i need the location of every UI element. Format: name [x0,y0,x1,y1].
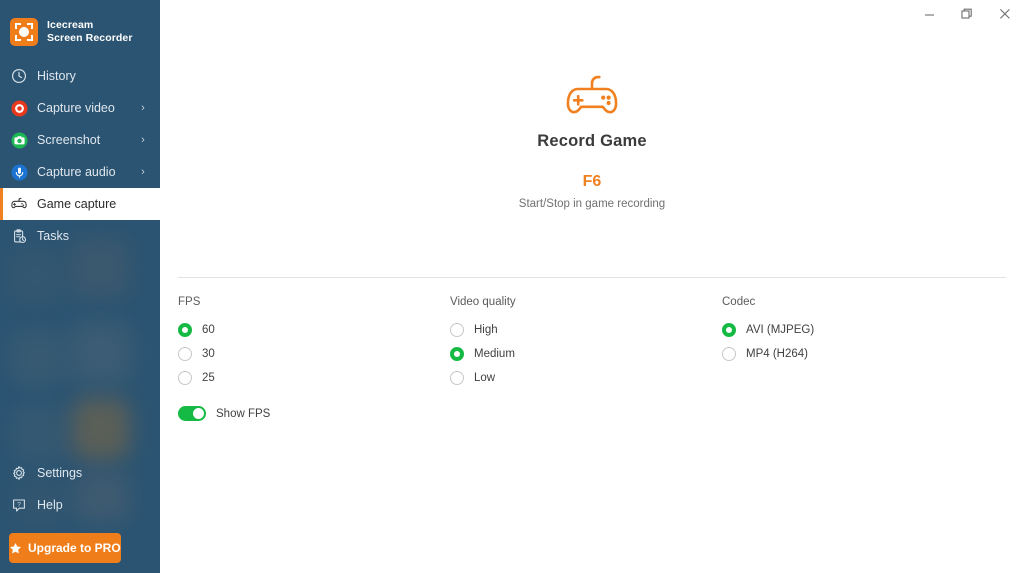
sidebar-item-label: Capture audio [37,165,116,179]
sidebar-item-settings[interactable]: Settings [0,457,160,489]
app-title-line1: Icecream [47,18,94,31]
radio-indicator [450,347,464,361]
video-quality-option-group: Video quality High Medium Low [450,296,722,421]
radio-label: AVI (MJPEG) [746,324,815,336]
microphone-icon [10,163,28,181]
sidebar-item-label: Settings [37,466,83,480]
star-icon [9,542,22,555]
fps-group-label: FPS [178,296,201,308]
sidebar: Icecream Screen Recorder History Capture… [0,0,160,573]
video-quality-option-high[interactable]: High [450,318,722,342]
sidebar-item-history[interactable]: History [0,60,160,92]
shortcut-key: F6 [582,173,602,190]
radio-indicator [178,371,192,385]
radio-indicator [450,371,464,385]
radio-label: Low [474,372,496,384]
sidebar-item-game-capture[interactable]: Game capture [0,188,160,220]
video-quality-group-label: Video quality [450,296,516,308]
record-game-hero: Record Game F6 Start/Stop in game record… [160,0,1024,210]
sidebar-item-label: Tasks [37,229,69,243]
options-panel: FPS 60 30 25 Show FPS Video quality High… [178,296,1006,421]
close-button[interactable] [986,0,1024,28]
radio-label: 30 [202,348,215,360]
radio-label: High [474,324,498,336]
radio-indicator [722,323,736,337]
show-fps-toggle[interactable]: Show FPS [178,406,450,421]
video-quality-option-low[interactable]: Low [450,366,722,390]
sidebar-item-capture-audio[interactable]: Capture audio › [0,156,160,188]
fps-option-60[interactable]: 60 [178,318,450,342]
codec-option-group: Codec AVI (MJPEG) MP4 (H264) [722,296,982,421]
radio-indicator [722,347,736,361]
sidebar-item-capture-video[interactable]: Capture video › [0,92,160,124]
sidebar-item-label: History [37,69,76,83]
upgrade-to-pro-button[interactable]: Upgrade to PRO [9,533,121,563]
restore-button[interactable] [948,0,986,28]
radio-indicator [450,323,464,337]
radio-indicator [178,323,192,337]
sidebar-item-help[interactable]: ? Help [0,489,160,521]
codec-option-mp4[interactable]: MP4 (H264) [722,342,982,366]
fps-option-30[interactable]: 30 [178,342,450,366]
chevron-right-icon: › [141,166,145,178]
tasks-icon [10,227,28,245]
app-logo: Icecream Screen Recorder [0,0,160,52]
sidebar-item-tasks[interactable]: Tasks [0,220,160,252]
sidebar-nav: History Capture video › Screenshot › Cap… [0,60,160,252]
radio-label: 25 [202,372,215,384]
page-title: Record Game [537,132,647,150]
gamepad-outline-icon[interactable] [160,72,1024,122]
app-window: Icecream Screen Recorder History Capture… [0,0,1024,573]
toggle-label: Show FPS [216,407,271,420]
app-title: Icecream Screen Recorder [47,19,133,45]
main-content: Record Game F6 Start/Stop in game record… [160,0,1024,573]
svg-text:?: ? [17,502,21,509]
upgrade-button-label: Upgrade to PRO [28,541,121,555]
sidebar-item-screenshot[interactable]: Screenshot › [0,124,160,156]
fps-option-25[interactable]: 25 [178,366,450,390]
clock-icon [10,67,28,85]
chevron-right-icon: › [141,102,145,114]
sidebar-bottom: Settings ? Help Upgrade to PRO [0,457,160,573]
sidebar-item-label: Help [37,498,63,512]
chevron-right-icon: › [141,134,145,146]
gamepad-icon [10,195,28,213]
minimize-button[interactable] [910,0,948,28]
icecream-logo-icon [10,17,38,46]
sidebar-item-label: Game capture [37,197,117,211]
radio-label: 60 [202,324,215,336]
radio-indicator [178,347,192,361]
help-icon: ? [10,496,28,514]
gear-icon [10,464,28,482]
radio-label: MP4 (H264) [746,348,808,360]
shortcut-description: Start/Stop in game recording [518,198,666,210]
record-icon [10,99,28,117]
toggle-switch [178,406,206,421]
sidebar-item-label: Screenshot [37,133,101,147]
codec-group-label: Codec [722,296,756,308]
codec-option-avi[interactable]: AVI (MJPEG) [722,318,982,342]
video-quality-option-medium[interactable]: Medium [450,342,722,366]
fps-option-group: FPS 60 30 25 Show FPS [178,296,450,421]
radio-label: Medium [474,348,515,360]
section-divider [178,277,1006,278]
sidebar-item-label: Capture video [37,101,115,115]
app-title-line2: Screen Recorder [47,31,133,44]
window-titlebar [910,0,1024,28]
camera-icon [10,131,28,149]
